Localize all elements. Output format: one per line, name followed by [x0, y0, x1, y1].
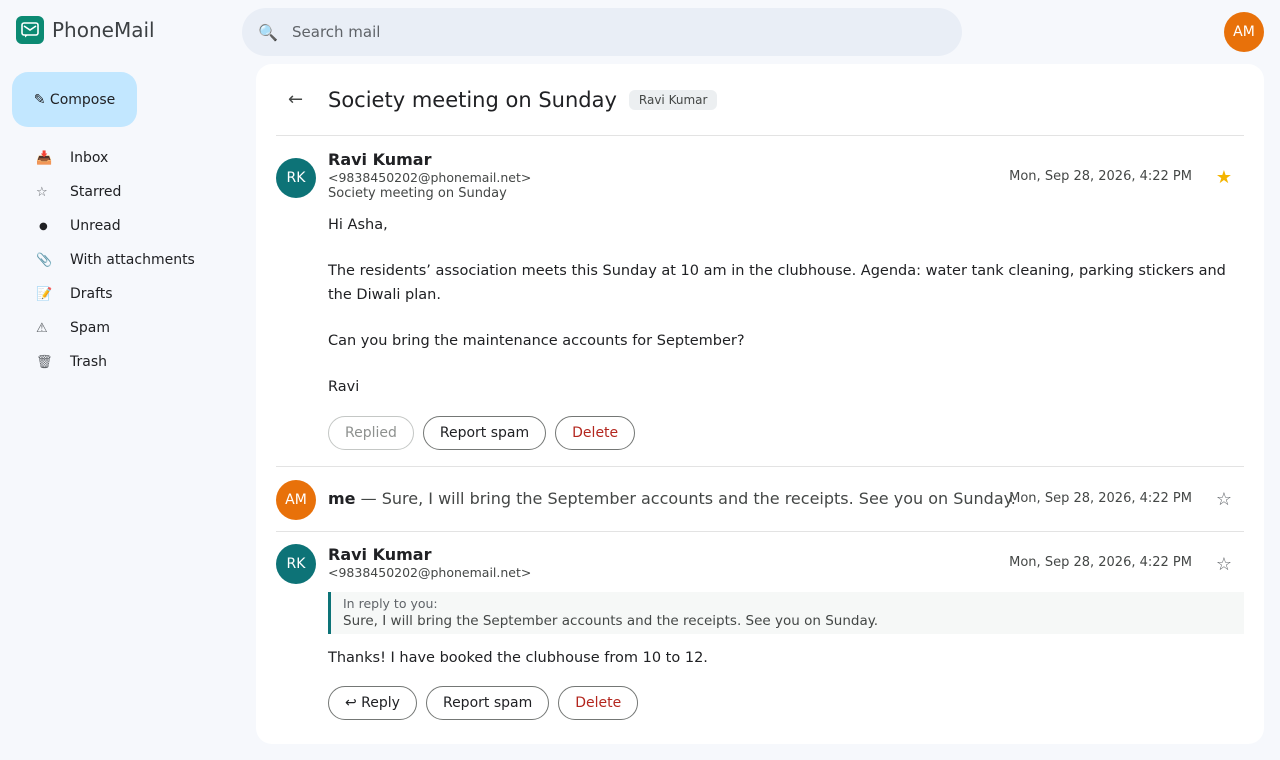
report-spam-button[interactable]: Report spam: [425, 686, 550, 720]
message-item: RK Mon, Sep 28, 2026, 4:22 PM ☆ Ravi Kum…: [276, 532, 1244, 720]
sidebar-item-label: Drafts: [70, 286, 113, 302]
message-paragraph: The residents’ association meets this Su…: [328, 263, 1226, 303]
message-item-collapsed[interactable]: AM me — Sure, I will bring the September…: [276, 467, 1244, 532]
thread-subject: Society meeting on Sunday: [328, 87, 617, 112]
sender-name: me: [328, 489, 356, 508]
quote-label: In reply to you:: [343, 596, 438, 611]
search-input[interactable]: [292, 23, 932, 41]
account-avatar[interactable]: AM: [1224, 12, 1264, 52]
report-spam-button[interactable]: Report spam: [422, 416, 547, 450]
quoted-reply: In reply to you: Sure, I will bring the …: [328, 592, 1244, 634]
sidebar-item-label: Trash: [70, 354, 107, 370]
back-arrow-icon[interactable]: ←: [276, 89, 328, 110]
sidebar-nav: 📥 Inbox ☆ Starred ● Unread 📎 With attach…: [24, 141, 234, 379]
star-icon[interactable]: ★: [1216, 167, 1232, 188]
sidebar-item-starred[interactable]: ☆ Starred: [24, 175, 234, 209]
reply-button[interactable]: ↩ Reply: [328, 686, 417, 720]
search-icon: 🔍: [258, 22, 278, 42]
sender-avatar: AM: [276, 480, 316, 520]
separator: —: [360, 489, 377, 508]
sidebar-item-label: Inbox: [70, 150, 109, 166]
quote-text: Sure, I will bring the September account…: [343, 613, 879, 629]
message-item: RK Mon, Sep 28, 2026, 4:22 PM ★ Ravi Kum…: [276, 136, 1244, 467]
compose-button[interactable]: ✎ Compose: [12, 72, 137, 127]
sidebar-item-inbox[interactable]: 📥 Inbox: [24, 141, 234, 175]
sidebar-item-drafts[interactable]: 📝 Drafts: [24, 277, 234, 311]
sidebar-item-label: With attachments: [70, 252, 195, 268]
sender-avatar: RK: [276, 158, 316, 198]
inbox-icon: 📥: [36, 150, 53, 166]
thread-header: ← Society meeting on Sunday Ravi Kumar: [276, 64, 1244, 136]
app-logo[interactable]: PhoneMail: [16, 16, 155, 44]
message-paragraph: Hi Asha,: [328, 217, 388, 233]
message-paragraph: Can you bring the maintenance accounts f…: [328, 333, 745, 349]
trash-icon: 🗑: [36, 354, 53, 370]
star-icon[interactable]: ☆: [1216, 489, 1232, 510]
thread-card: ← Society meeting on Sunday Ravi Kumar R…: [256, 64, 1264, 744]
paperclip-icon: 📎: [36, 252, 53, 268]
thread-label-chip[interactable]: Ravi Kumar: [628, 89, 718, 110]
sidebar-item-unread[interactable]: ● Unread: [24, 209, 234, 243]
replied-button: Replied: [328, 416, 414, 450]
message-date: Mon, Sep 28, 2026, 4:22 PM: [1009, 555, 1192, 570]
sidebar-item-label: Spam: [70, 320, 110, 336]
warning-icon: ⚠: [36, 320, 48, 336]
star-icon[interactable]: ☆: [1216, 554, 1232, 575]
sidebar-item-label: Starred: [70, 184, 122, 200]
sidebar-item-trash[interactable]: 🗑 Trash: [24, 345, 234, 379]
sender-avatar: RK: [276, 544, 316, 584]
star-icon: ☆: [36, 184, 48, 200]
message-paragraph: Thanks! I have booked the clubhouse from…: [328, 650, 708, 666]
sidebar-item-label: Unread: [70, 218, 121, 234]
message-date: Mon, Sep 28, 2026, 4:22 PM: [1009, 169, 1192, 184]
delete-button[interactable]: Delete: [558, 686, 639, 720]
delete-button[interactable]: Delete: [555, 416, 636, 450]
message-date: Mon, Sep 28, 2026, 4:22 PM: [1009, 491, 1192, 506]
sidebar-item-attachments[interactable]: 📎 With attachments: [24, 243, 234, 277]
sender-name: Ravi Kumar: [328, 150, 432, 169]
sidebar-item-spam[interactable]: ⚠ Spam: [24, 311, 234, 345]
memo-icon: 📝: [36, 286, 53, 302]
mail-icon: [16, 16, 44, 44]
message-subject: Society meeting on Sunday: [328, 186, 507, 201]
message-snippet: Sure, I will bring the September account…: [381, 489, 1016, 508]
app-name: PhoneMail: [52, 18, 155, 42]
dot-icon: ●: [39, 220, 48, 232]
search-bar[interactable]: 🔍: [242, 8, 962, 56]
message-paragraph: Ravi: [328, 379, 360, 395]
